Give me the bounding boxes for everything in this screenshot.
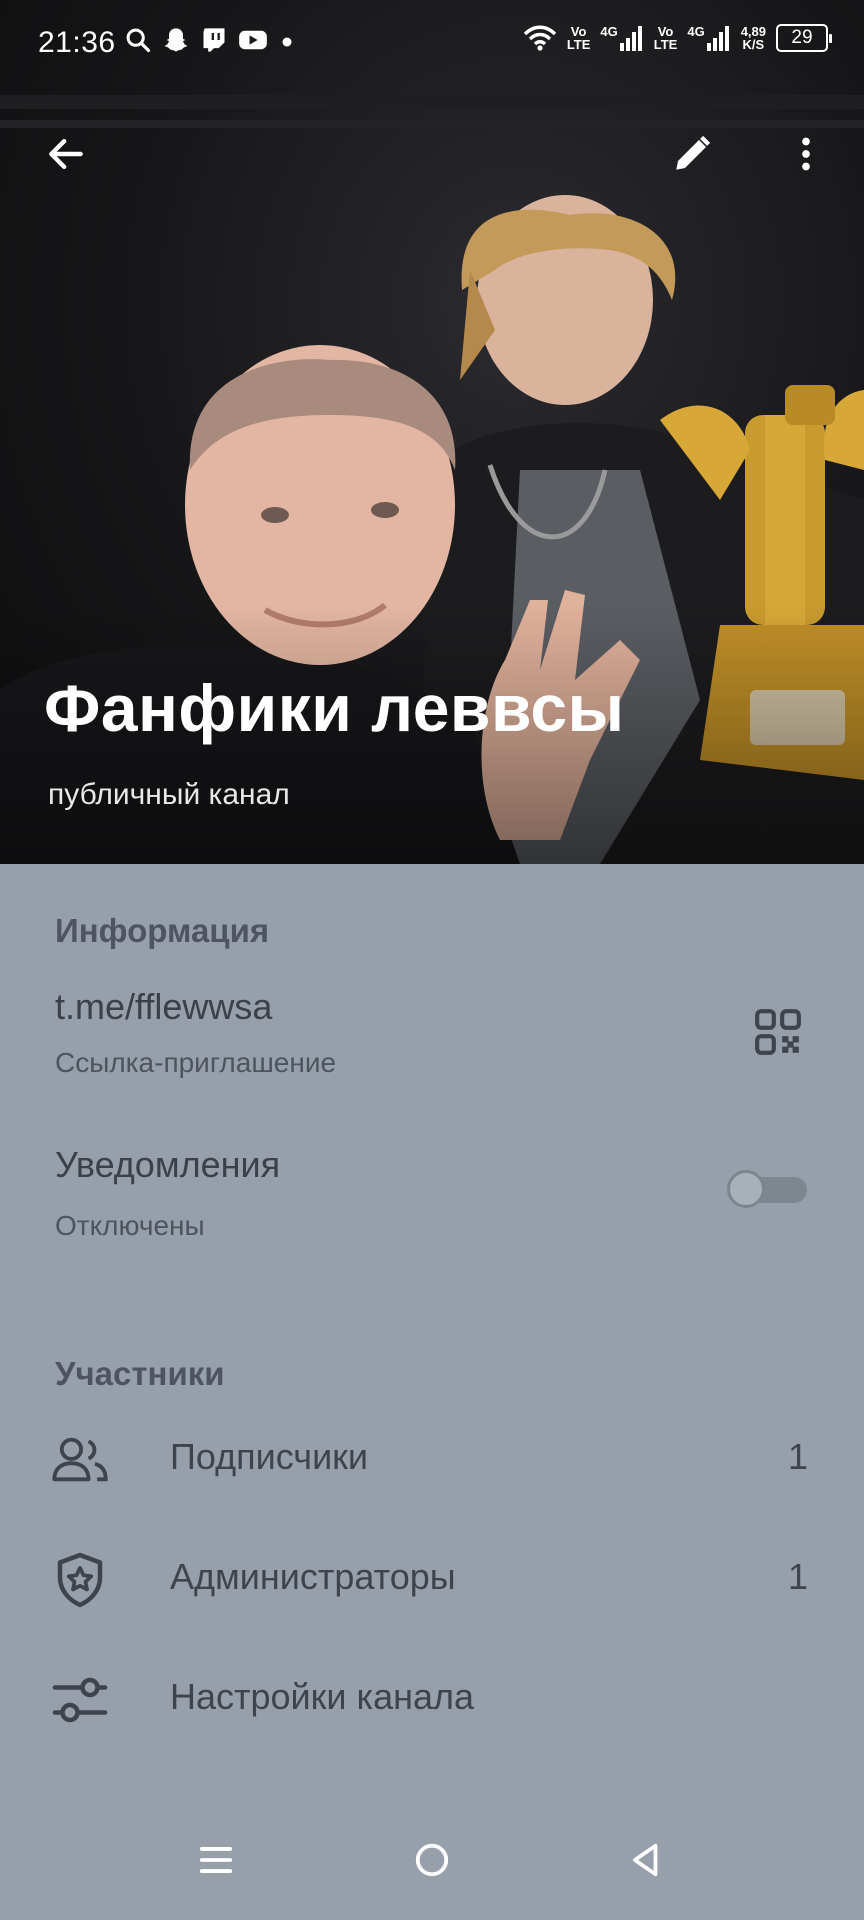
channel-header: 21:36 Vo LTE 4G Vo LTE 4G 4,89 K/S 29 Фа… [0,0,864,864]
notification-icons [124,26,296,54]
info-section-title: Информация [55,912,270,949]
signal-bars-icon [619,26,642,51]
subscribers-label: Подписчики [170,1436,369,1477]
snapchat-icon [164,28,188,52]
qr-code-button[interactable] [742,996,814,1068]
members-section-title: Участники [55,1355,225,1392]
signal-bars-icon [706,26,729,51]
network-speed: 4,89 K/S [740,24,766,52]
status-indicators: Vo LTE 4G Vo LTE 4G 4,89 K/S 29 [523,24,832,52]
twitch-icon [203,28,225,52]
youtube-icon [239,30,267,50]
wifi-icon [523,25,557,51]
system-navigation-bar [0,1800,864,1920]
sliders-icon [52,1677,108,1723]
menu-lines-icon [199,1847,233,1873]
channel-settings-label: Настройки канала [170,1676,475,1717]
more-options-button[interactable] [770,118,842,190]
dot-icon [282,37,292,47]
arrow-left-icon [49,138,83,170]
administrators-count: 1 [787,1556,808,1597]
notifications-state: Отключены [55,1210,205,1241]
pencil-icon [676,135,711,170]
notifications-label[interactable]: Уведомления [55,1144,280,1186]
status-time: 21:36 [38,26,116,59]
more-vertical-icon [802,137,810,171]
signal-indicator-2: 4G [687,25,730,51]
back-triangle-icon [633,1843,658,1877]
administrators-label: Администраторы [170,1556,456,1597]
volte-indicator-1: Vo LTE [566,24,591,52]
shield-star-icon [57,1552,103,1608]
recent-apps-button[interactable] [176,1828,256,1892]
channel-settings-row[interactable]: Настройки канала [0,1646,864,1756]
toggle-knob [727,1170,765,1208]
invite-link-caption: Ссылка-приглашение [55,1047,337,1078]
home-circle-icon [415,1843,449,1877]
home-button[interactable] [392,1828,472,1892]
subscribers-row[interactable]: Подписчики 1 [0,1406,864,1516]
notifications-toggle[interactable] [727,1170,807,1208]
subscribers-count: 1 [787,1436,808,1477]
qr-code-icon [755,1009,801,1055]
signal-indicator-1: 4G [600,25,643,51]
channel-title: Фанфики леввсы [44,671,625,745]
users-icon [52,1437,108,1482]
volte-indicator-2: Vo LTE [653,24,678,52]
search-icon [126,28,151,53]
channel-type: публичный канал [48,778,290,811]
system-back-button[interactable] [606,1828,686,1892]
status-bar: 21:36 Vo LTE 4G Vo LTE 4G 4,89 K/S 29 [0,0,864,86]
channel-link[interactable]: t.me/fflewwsa [55,986,272,1028]
back-button[interactable] [30,118,102,190]
administrators-row[interactable]: Администраторы 1 [0,1526,864,1636]
edit-channel-button[interactable] [656,118,728,190]
battery-indicator: 29 [776,24,832,52]
